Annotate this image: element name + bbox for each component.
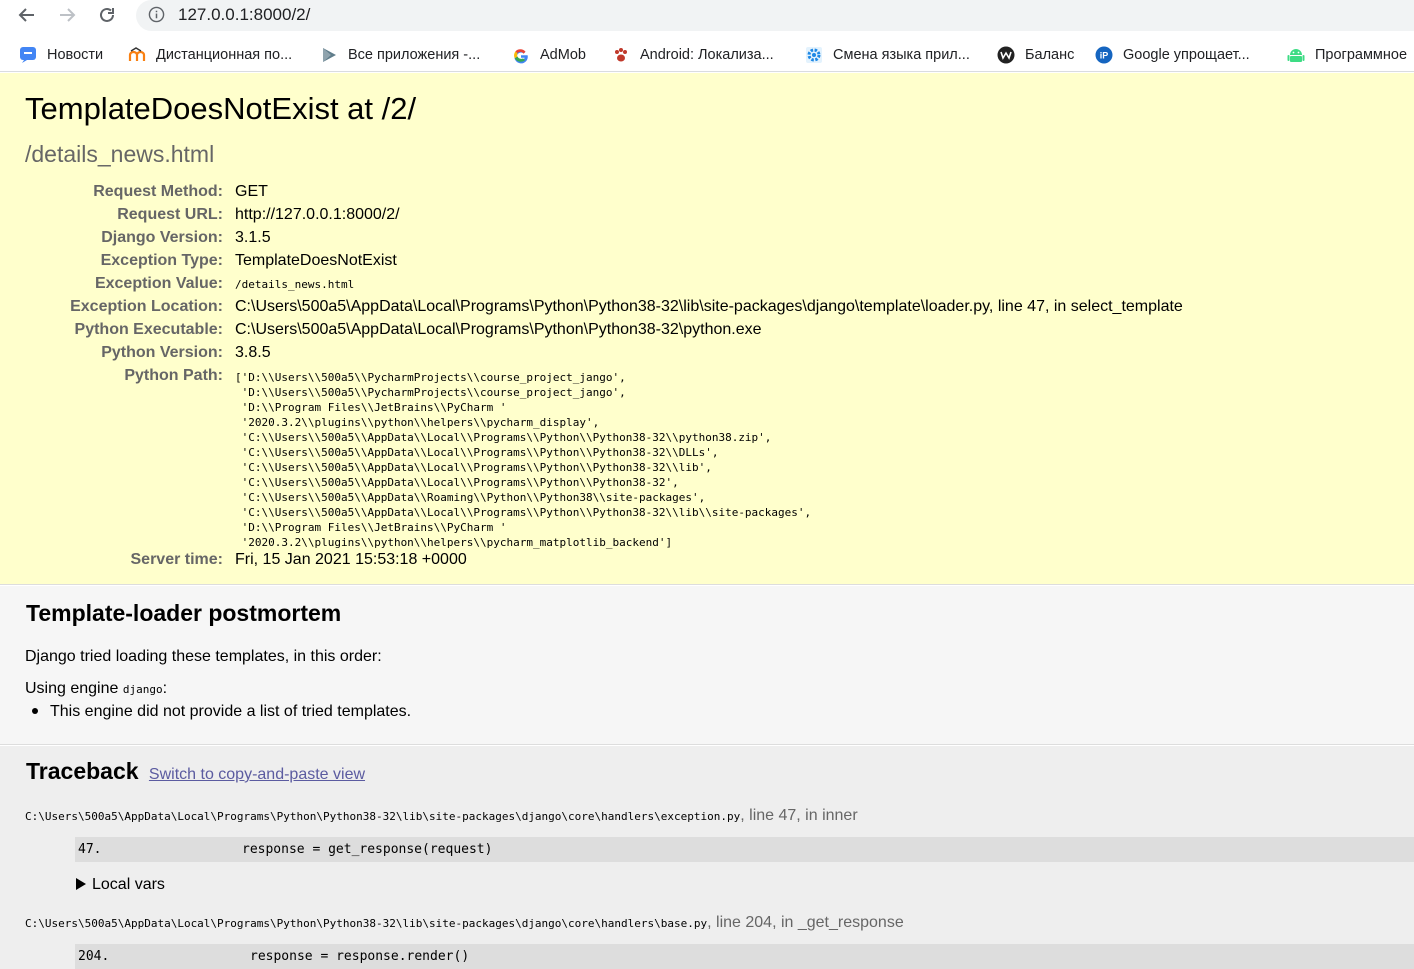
frame-file-location: C:\Users\500a5\AppData\Local\Programs\Py… <box>25 807 858 824</box>
address-bar[interactable]: 127.0.0.1:8000/2/ <box>136 0 1414 31</box>
traceback-title: Traceback Switch to copy-and-paste view <box>26 758 366 784</box>
postmortem-list-item: This engine did not provide a list of tr… <box>32 703 411 721</box>
back-button[interactable] <box>17 5 37 25</box>
switch-to-copy-paste-link[interactable]: Switch to copy-and-paste view <box>149 766 365 783</box>
android-icon <box>1287 46 1305 64</box>
ip-icon: iP <box>1095 46 1113 64</box>
arrow-left-icon <box>18 8 34 22</box>
browser-toolbar: 127.0.0.1:8000/2/ <box>0 0 1414 34</box>
line-number: 204. <box>78 949 110 964</box>
play-icon <box>320 46 338 64</box>
bookmark-android-localization[interactable]: Android: Локализа... <box>612 45 774 65</box>
meta-row-exception-type: Exception Type: TemplateDoesNotExist <box>100 252 397 269</box>
frame-context-line: 47. response = get_response(request) <box>75 837 1414 862</box>
error-subtitle: /details_news.html <box>25 141 215 167</box>
python-path-list: ['D:\\Users\\500a5\\PycharmProjects\\cou… <box>235 371 812 549</box>
template-loader-postmortem: Template-loader postmortem Django tried … <box>0 586 1414 745</box>
moodle-icon <box>128 46 146 64</box>
bookmark-distance[interactable]: Дистанционная по... <box>128 45 292 65</box>
bookmark-all-apps[interactable]: Все приложения -... <box>320 45 480 65</box>
forward-button[interactable] <box>57 5 77 25</box>
meta-row-exception-location: Exception Location: C:\Users\500a5\AppDa… <box>70 298 1183 315</box>
error-summary: TemplateDoesNotExist at /2/ /details_new… <box>0 73 1414 585</box>
reload-button[interactable] <box>97 5 117 25</box>
svg-text:iP: iP <box>1100 51 1109 61</box>
bookmarks-bar: Новости Дистанционная по... Все приложен… <box>0 38 1414 72</box>
reload-icon <box>100 7 114 22</box>
meta-row-request-url: Request URL: http://127.0.0.1:8000/2/ <box>117 206 400 223</box>
postmortem-intro: Django tried loading these templates, in… <box>25 648 382 665</box>
info-icon[interactable] <box>148 6 165 23</box>
google-icon <box>512 46 530 64</box>
code-line: response = get_response(request) <box>242 842 493 857</box>
postmortem-title: Template-loader postmortem <box>26 600 342 626</box>
page-content: TemplateDoesNotExist at /2/ /details_new… <box>0 73 1414 969</box>
bullet-icon <box>32 707 38 714</box>
code-line: response = response.render() <box>250 949 470 964</box>
meta-row-python-path: Python Path: ['D:\\Users\\500a5\\Pycharm… <box>124 367 812 549</box>
bookmark-software[interactable]: Программное <box>1287 45 1407 65</box>
page-title: TemplateDoesNotExist at /2/ <box>25 91 417 126</box>
meta-row-exception-value: Exception Value: /details_news.html <box>94 275 355 292</box>
bookmark-language-change[interactable]: Смена языка прил... <box>805 45 970 65</box>
triangle-right-icon <box>76 877 86 890</box>
meta-row-server-time: Server time: Fri, 15 Jan 2021 15:53:18 +… <box>130 551 467 568</box>
w-icon <box>997 46 1015 64</box>
bookmark-news[interactable]: Новости <box>19 45 103 65</box>
frame-file-location: C:\Users\500a5\AppData\Local\Programs\Py… <box>25 914 904 931</box>
bookmark-google-simplifies[interactable]: iP Google упрощает... <box>1095 45 1250 65</box>
meta-row-request-method: Request Method: GET <box>93 183 268 200</box>
address-bar-url[interactable]: 127.0.0.1:8000/2/ <box>178 5 310 25</box>
paw-icon <box>612 46 630 64</box>
line-number: 47. <box>78 842 102 857</box>
chat-icon <box>19 46 37 64</box>
bookmark-admob[interactable]: AdMob <box>512 45 586 65</box>
bookmark-balance[interactable]: Баланс <box>997 45 1074 65</box>
local-vars-toggle[interactable]: Local vars <box>76 876 165 894</box>
postmortem-engine: Using engine django: <box>25 680 168 697</box>
meta-row-python-version: Python Version: 3.8.5 <box>101 344 271 361</box>
meta-row-django-version: Django Version: 3.1.5 <box>101 229 271 246</box>
frame-context-line: 204. response = response.render() <box>75 944 1414 969</box>
gear-icon <box>805 46 823 64</box>
traceback-section: Traceback Switch to copy-and-paste view … <box>0 746 1414 969</box>
meta-row-python-executable: Python Executable: C:\Users\500a5\AppDat… <box>74 321 762 338</box>
arrow-right-icon <box>60 8 76 22</box>
